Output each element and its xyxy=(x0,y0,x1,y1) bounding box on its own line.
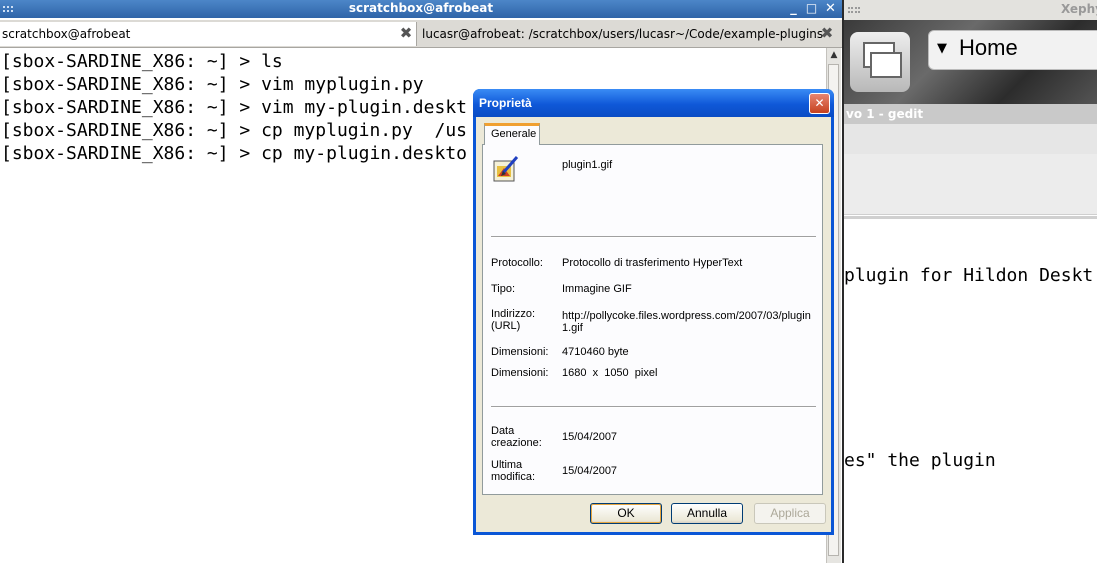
tab-label: scratchbox@afrobeat xyxy=(2,27,131,41)
size-bytes-value: 4710460 byte xyxy=(562,346,629,358)
terminal-line: [sbox-SARDINE_X86: ~] > cp myplugin.py /… xyxy=(1,120,467,141)
divider xyxy=(491,406,816,408)
modified-value: 15/04/2007 xyxy=(562,465,618,477)
address-value: http://pollycoke.files.wordpress.com/200… xyxy=(562,310,811,334)
terminal-tab-bar: scratchbox@afrobeat ✖ lucasr@afrobeat: /… xyxy=(0,20,842,48)
dialog-titlebar[interactable]: Proprietà ✕ xyxy=(473,89,834,117)
gedit-title: vo 1 - gedit xyxy=(846,107,924,121)
document-line: plugin for Hildon Deskt xyxy=(844,265,1094,286)
properties-dialog: Proprietà ✕ Generale plugin1.gif Protoco… xyxy=(473,89,834,535)
cancel-button[interactable]: Annulla xyxy=(671,503,743,524)
window-menu-grip-icon[interactable] xyxy=(848,7,860,13)
apply-button[interactable]: Applica xyxy=(754,503,826,524)
tab-close-icon[interactable]: ✖ xyxy=(398,25,414,41)
chevron-down-icon: ▼ xyxy=(937,41,947,56)
hildon-desktop-panel: ▼ Home xyxy=(844,20,1097,104)
scroll-up-arrow-icon[interactable]: ▲ xyxy=(828,50,840,62)
terminal-line: [sbox-SARDINE_X86: ~] > vim my-plugin.de… xyxy=(1,97,467,118)
size-pixels-value: 1680 x 1050 pixel xyxy=(562,367,658,379)
xephyr-title: Xephy xyxy=(1060,2,1097,16)
terminal-title: scratchbox@afrobeat xyxy=(348,1,494,15)
divider xyxy=(491,236,816,238)
xephyr-window: Xephy ▼ Home vo 1 - gedit plugin for Hil… xyxy=(842,0,1097,563)
tab-label: Generale xyxy=(491,128,537,140)
gedit-titlebar[interactable]: vo 1 - gedit xyxy=(844,104,1097,124)
minimize-button[interactable]: _ xyxy=(786,1,801,16)
close-button[interactable]: ✕ xyxy=(809,93,830,114)
xephyr-titlebar[interactable]: Xephy xyxy=(844,0,1097,21)
type-value: Immagine GIF xyxy=(562,283,632,295)
close-button[interactable]: ✕ xyxy=(823,1,838,16)
terminal-line: [sbox-SARDINE_X86: ~] > vim myplugin.py xyxy=(1,74,424,95)
maximize-button[interactable]: □ xyxy=(804,1,819,16)
home-menu-button[interactable]: ▼ Home xyxy=(928,30,1097,70)
modified-label: Ultima modifica: xyxy=(491,459,536,483)
gedit-document[interactable]: plugin for Hildon Deskt es" the plugin xyxy=(844,216,1097,563)
tab-close-icon[interactable]: ✖ xyxy=(819,25,835,41)
gif-file-icon xyxy=(493,156,519,182)
size-pixels-label: Dimensioni: xyxy=(491,367,549,379)
tab-generale[interactable]: Generale xyxy=(484,123,540,145)
task-switcher-icon[interactable] xyxy=(850,32,910,92)
dialog-title: Proprietà xyxy=(479,96,532,110)
protocol-value: Protocollo di trasferimento HyperText xyxy=(562,257,743,269)
document-line: es" the plugin xyxy=(844,450,996,471)
general-panel: plugin1.gif Protocollo: Protocollo di tr… xyxy=(482,144,823,495)
tab-label: lucasr@afrobeat: /scratchbox/users/lucas… xyxy=(422,27,824,41)
created-label: Data creazione: xyxy=(491,425,542,449)
created-value: 15/04/2007 xyxy=(562,431,618,443)
terminal-titlebar[interactable]: scratchbox@afrobeat _ □ ✕ xyxy=(0,0,842,18)
terminal-line: [sbox-SARDINE_X86: ~] > cp my-plugin.des… xyxy=(1,143,467,164)
address-label: Indirizzo: (URL) xyxy=(491,308,536,332)
type-label: Tipo: xyxy=(491,283,516,295)
gedit-menubar xyxy=(844,124,1097,155)
dialog-body: Generale plugin1.gif Protocollo: Protoco… xyxy=(476,117,831,532)
size-bytes-label: Dimensioni: xyxy=(491,346,549,358)
tab-example-plugins[interactable]: lucasr@afrobeat: /scratchbox/users/lucas… xyxy=(418,22,840,46)
gedit-toolbar xyxy=(844,154,1097,215)
terminal-line: [sbox-SARDINE_X86: ~] > ls xyxy=(1,51,283,72)
home-label: Home xyxy=(959,35,1018,60)
ok-button[interactable]: OK xyxy=(590,503,662,524)
file-name: plugin1.gif xyxy=(562,159,613,171)
tab-scratchbox[interactable]: scratchbox@afrobeat ✖ xyxy=(0,22,417,46)
protocol-label: Protocollo: xyxy=(491,257,543,269)
